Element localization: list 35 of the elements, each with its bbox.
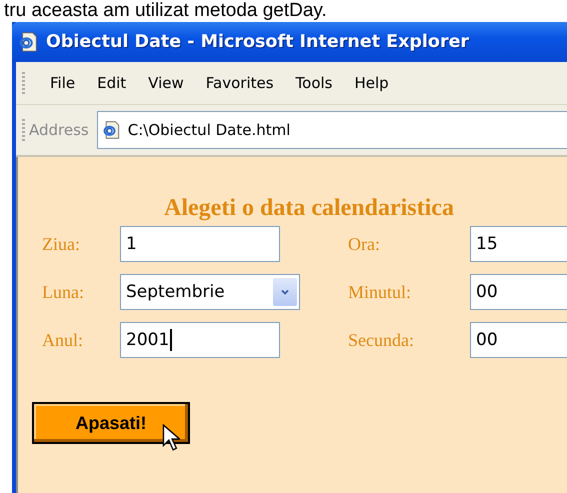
month-dropdown[interactable]: Septembrie xyxy=(120,274,300,310)
caption-text: tru aceasta am utilizat metoda getDay. xyxy=(3,0,328,22)
mouse-pointer-icon xyxy=(162,424,180,452)
window-title: Obiectul Date - Microsoft Internet Explorer xyxy=(46,32,470,52)
address-field[interactable]: C:\Obiectul Date.html xyxy=(96,111,567,149)
field-label: Secunda: xyxy=(348,330,415,350)
field-value: 00 xyxy=(476,281,499,303)
field-label: Minutul: xyxy=(348,282,412,302)
form-heading: Alegeti o data calendaristica xyxy=(163,195,455,222)
menu-item[interactable]: Favorites xyxy=(194,74,285,92)
menu-item[interactable]: File xyxy=(39,74,86,92)
field-value: 2001 xyxy=(126,329,172,351)
menu-item[interactable]: View xyxy=(137,74,195,92)
field-value: 15 xyxy=(476,233,499,255)
input-field[interactable]: 15 xyxy=(470,226,567,262)
field-label: Ora: xyxy=(348,234,381,254)
input-field[interactable]: 1 xyxy=(120,226,280,262)
toolbar-grip-icon xyxy=(22,119,25,141)
address-label: Address xyxy=(29,121,89,139)
page-icon xyxy=(102,120,122,140)
page-icon xyxy=(18,31,40,53)
field-label: Luna: xyxy=(42,282,85,302)
toolbar-grip-icon xyxy=(22,72,25,94)
input-field[interactable]: 00 xyxy=(470,274,567,310)
menu-item[interactable]: Help xyxy=(344,74,400,92)
menu-item[interactable]: Tools xyxy=(284,74,344,92)
field-label: Anul: xyxy=(42,330,84,350)
submit-button[interactable]: Apasati! xyxy=(32,402,190,444)
field-value: 1 xyxy=(126,233,138,255)
menu-item[interactable]: Edit xyxy=(86,74,138,92)
field-label: Ziua: xyxy=(42,234,81,254)
input-field[interactable]: 2001 xyxy=(120,322,280,358)
input-field[interactable]: 00 xyxy=(470,322,567,358)
field-value: Septembrie xyxy=(126,281,226,303)
field-value: 00 xyxy=(476,329,499,351)
